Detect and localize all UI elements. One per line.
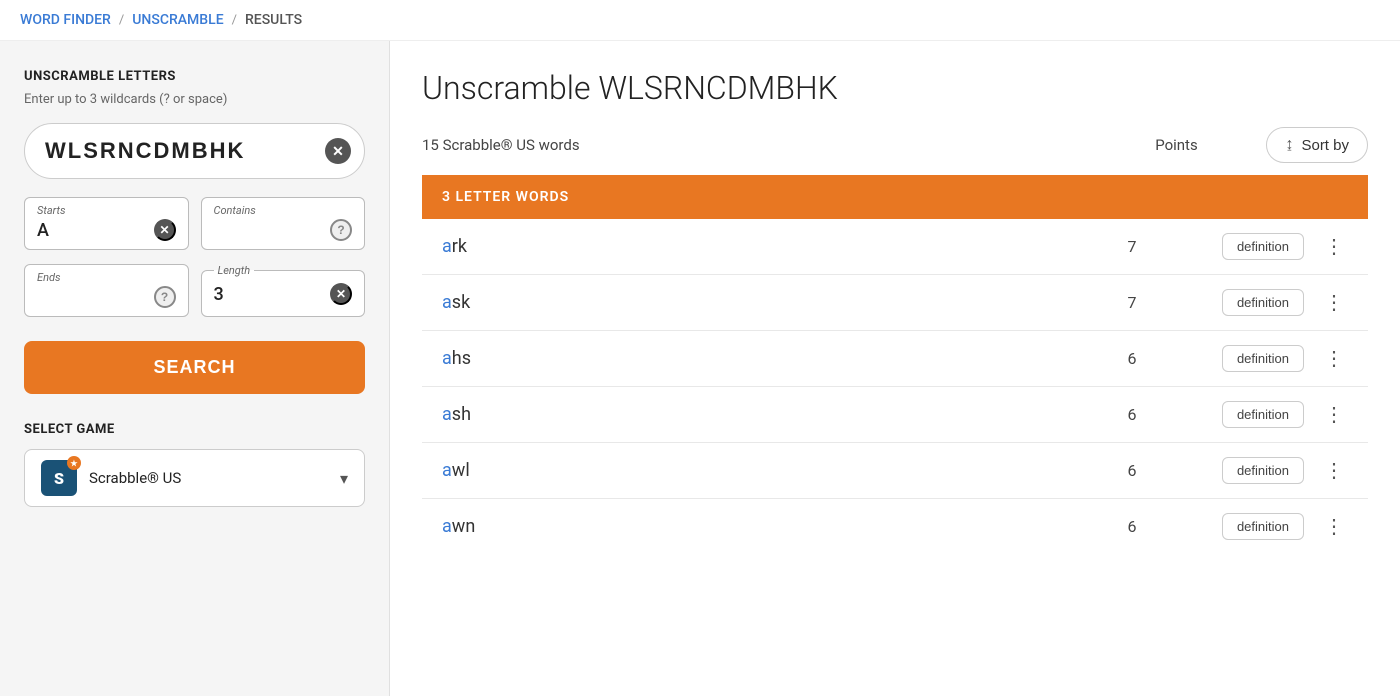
length-value: 3: [214, 284, 224, 305]
points-cell: 6: [1042, 517, 1222, 536]
more-options-button[interactable]: ⋮: [1320, 405, 1348, 425]
word-cell: ash: [442, 404, 1042, 425]
section-header: 3 LETTER WORDS: [422, 175, 1368, 219]
definition-button[interactable]: definition: [1222, 289, 1304, 316]
ends-length-row: Ends ? Length 3 ✕: [24, 264, 365, 317]
clear-length-button[interactable]: ✕: [330, 283, 352, 305]
clear-letters-button[interactable]: ✕: [325, 138, 351, 164]
table-row: awn 6 definition ⋮: [422, 499, 1368, 554]
word-table: ark 7 definition ⋮ ask 7 definition ⋮ ah…: [422, 219, 1368, 554]
chevron-down-icon: ▾: [340, 469, 348, 488]
game-select[interactable]: S ★ Scrabble® US ▾: [24, 449, 365, 507]
definition-button[interactable]: definition: [1222, 401, 1304, 428]
word-actions: definition ⋮: [1222, 513, 1348, 540]
table-row: awl 6 definition ⋮: [422, 443, 1368, 499]
table-row: ark 7 definition ⋮: [422, 219, 1368, 275]
game-logo: S ★: [41, 460, 77, 496]
clear-starts-button[interactable]: ✕: [154, 219, 176, 241]
sidebar-subtitle: Enter up to 3 wildcards (? or space): [24, 92, 365, 107]
word-actions: definition ⋮: [1222, 289, 1348, 316]
word-rest: sh: [452, 404, 471, 425]
word-rest: rk: [452, 236, 467, 257]
sidebar-title: UNSCRAMBLE LETTERS: [24, 69, 365, 84]
ends-help-button[interactable]: ?: [154, 286, 176, 308]
search-button[interactable]: SEARCH: [24, 341, 365, 394]
breadcrumb: WORD FINDER / UNSCRAMBLE / RESULTS: [0, 0, 1400, 41]
points-cell: 7: [1042, 237, 1222, 256]
word-actions: definition ⋮: [1222, 233, 1348, 260]
select-game-label: SELECT GAME: [24, 422, 365, 437]
results-header: 15 Scrabble® US words Points ↨ Sort by: [422, 127, 1368, 175]
points-cell: 6: [1042, 405, 1222, 424]
more-options-button[interactable]: ⋮: [1320, 517, 1348, 537]
word-actions: definition ⋮: [1222, 457, 1348, 484]
definition-button[interactable]: definition: [1222, 345, 1304, 372]
game-name: Scrabble® US: [89, 469, 328, 487]
breadcrumb-sep-1: /: [119, 13, 124, 28]
word-actions: definition ⋮: [1222, 345, 1348, 372]
word-first-letter: a: [442, 516, 452, 537]
word-rest: sk: [452, 292, 470, 313]
starts-value: A: [37, 220, 49, 241]
contains-label: Contains: [214, 204, 353, 217]
contains-help-button[interactable]: ?: [330, 219, 352, 241]
word-actions: definition ⋮: [1222, 401, 1348, 428]
letters-input-wrapper: ✕: [24, 123, 365, 179]
more-options-button[interactable]: ⋮: [1320, 293, 1348, 313]
definition-button[interactable]: definition: [1222, 233, 1304, 260]
sort-icon: ↨: [1285, 136, 1293, 154]
word-rest: wl: [452, 460, 470, 481]
breadcrumb-sep-2: /: [232, 13, 237, 28]
starts-label: Starts: [37, 204, 176, 217]
sort-button[interactable]: ↨ Sort by: [1266, 127, 1368, 163]
word-first-letter: a: [442, 348, 452, 369]
main-layout: UNSCRAMBLE LETTERS Enter up to 3 wildcar…: [0, 41, 1400, 696]
more-options-button[interactable]: ⋮: [1320, 461, 1348, 481]
definition-button[interactable]: definition: [1222, 513, 1304, 540]
word-first-letter: a: [442, 460, 452, 481]
ends-field: Ends ?: [24, 264, 189, 317]
points-cell: 6: [1042, 349, 1222, 368]
length-label: Length: [214, 264, 255, 277]
definition-button[interactable]: definition: [1222, 457, 1304, 484]
breadcrumb-unscramble[interactable]: UNSCRAMBLE: [132, 12, 223, 28]
page-title: Unscramble WLSRNCDMBHK: [422, 69, 1368, 107]
word-cell: awn: [442, 516, 1042, 537]
starts-field: Starts A ✕: [24, 197, 189, 250]
word-cell: ask: [442, 292, 1042, 313]
points-cell: 6: [1042, 461, 1222, 480]
contains-field: Contains ?: [201, 197, 366, 250]
breadcrumb-word-finder[interactable]: WORD FINDER: [20, 12, 111, 28]
word-cell: ahs: [442, 348, 1042, 369]
word-first-letter: a: [442, 236, 452, 257]
game-badge: ★: [67, 456, 81, 470]
points-label: Points: [1086, 136, 1266, 154]
sort-label: Sort by: [1301, 137, 1349, 154]
word-cell: awl: [442, 460, 1042, 481]
word-first-letter: a: [442, 292, 452, 313]
table-row: ash 6 definition ⋮: [422, 387, 1368, 443]
results-content: Unscramble WLSRNCDMBHK 15 Scrabble® US w…: [390, 41, 1400, 696]
results-count: 15 Scrabble® US words: [422, 136, 1086, 154]
length-field: Length 3 ✕: [201, 264, 366, 317]
starts-contains-row: Starts A ✕ Contains ?: [24, 197, 365, 250]
word-cell: ark: [442, 236, 1042, 257]
word-first-letter: a: [442, 404, 452, 425]
table-row: ahs 6 definition ⋮: [422, 331, 1368, 387]
letters-input[interactable]: [24, 123, 365, 179]
word-rest: wn: [452, 516, 475, 537]
more-options-button[interactable]: ⋮: [1320, 349, 1348, 369]
word-rest: hs: [452, 348, 471, 369]
ends-label: Ends: [37, 271, 176, 284]
points-cell: 7: [1042, 293, 1222, 312]
more-options-button[interactable]: ⋮: [1320, 237, 1348, 257]
table-row: ask 7 definition ⋮: [422, 275, 1368, 331]
sidebar: UNSCRAMBLE LETTERS Enter up to 3 wildcar…: [0, 41, 390, 696]
breadcrumb-results: RESULTS: [245, 12, 302, 28]
